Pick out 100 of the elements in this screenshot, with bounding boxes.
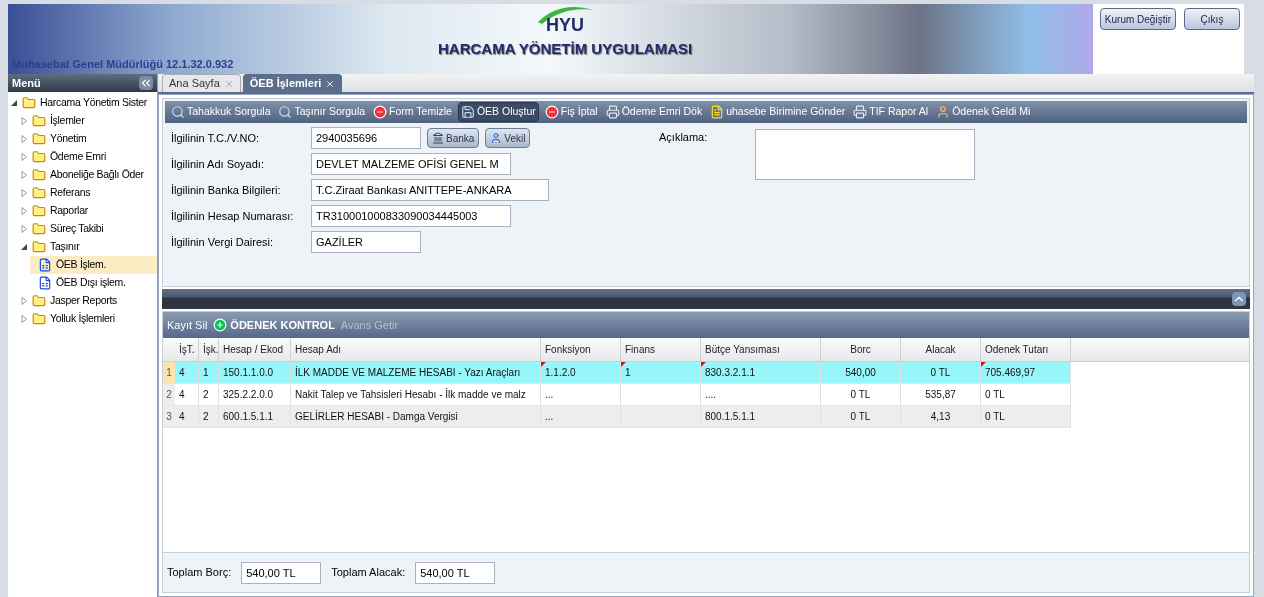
table-cell: 540,00 [821, 362, 901, 383]
tree-item[interactable]: Ödeme Emri [20, 148, 157, 166]
column-header[interactable]: Finans [621, 338, 701, 361]
logout-button[interactable]: Çıkış [1184, 8, 1240, 30]
toolbar-button[interactable]: Form Temizle [371, 102, 454, 122]
search-icon [171, 105, 185, 119]
toolbar-button[interactable]: ÖEB Oluştur [457, 102, 539, 122]
table-cell: 800.1.5.1.1 [701, 406, 821, 427]
table-cell: Nakit Talep ve Tahsisleri Hesabı - İlk madde ve malz [291, 384, 541, 405]
collapse-arrow-icon[interactable] [20, 243, 28, 251]
tree-item[interactable]: ÖEB Dışı işlem. [30, 274, 157, 292]
table-cell: GELİRLER HESABI - Damga Vergisi [291, 406, 541, 427]
tree-item[interactable]: Raporlar [20, 202, 157, 220]
column-header[interactable]: Alacak [901, 338, 981, 361]
expand-arrow-icon[interactable] [20, 153, 28, 161]
folder-icon [32, 204, 46, 218]
table-cell: 4 [175, 406, 199, 427]
tree-item[interactable]: ÖEB İşlem. [30, 256, 157, 274]
column-header[interactable]: Odenek Tutarı [981, 338, 1071, 361]
sidebar-header: Menü [8, 74, 157, 92]
text-field[interactable]: T.C.Ziraat Bankası ANITTEPE-ANKARA [311, 179, 549, 201]
field-label: Açıklama: [659, 130, 708, 145]
tree-item[interactable]: Harcama Yönetim Sister [10, 94, 157, 112]
table-cell: 1 [621, 362, 701, 383]
toolbar-button[interactable]: Taşınır Sorgula [276, 102, 368, 122]
field-label: İlgilinin Adı Soyadı: [171, 156, 265, 172]
collapse-arrow-icon[interactable] [10, 99, 18, 107]
table-cell: İLK MADDE VE MALZEME HESABI - Yazı Araçları [291, 362, 541, 383]
table-cell: 325.2.2.0.0 [219, 384, 291, 405]
bank-button[interactable]: Banka [427, 128, 480, 148]
total-field[interactable]: 540,00 TL [241, 561, 322, 584]
expand-arrow-icon[interactable] [20, 189, 28, 197]
tab[interactable]: Ana Sayfa [162, 74, 241, 92]
printer-icon [605, 105, 620, 119]
table-cell: 0 TL [821, 384, 901, 405]
table-cell: 600.1.5.1.1 [219, 406, 291, 427]
grid-toolbar-button[interactable]: Kayıt Sil [167, 316, 208, 334]
expand-arrow-icon[interactable] [20, 297, 28, 305]
toolbar-button[interactable]: TIF Rapor Al [851, 102, 931, 122]
folder-icon [32, 294, 46, 308]
text-field[interactable]: 2940035696 [311, 127, 421, 149]
proxy-button[interactable]: Vekil [485, 128, 531, 148]
folder-icon [32, 168, 46, 182]
minus-circle-icon [544, 105, 559, 119]
total-field[interactable]: 540,00 TL [415, 561, 496, 584]
expand-arrow-icon[interactable] [20, 315, 28, 323]
toolbar-button[interactable]: Fiş İptal [542, 102, 600, 122]
text-field[interactable]: DEVLET MALZEME OFİSİ GENEL M [311, 153, 511, 175]
text-field[interactable]: TR310001000833090034445003 [311, 205, 511, 227]
text-field[interactable]: GAZİLER [311, 231, 421, 253]
toolbar-button[interactable]: Ödenek Geldi Mi [934, 102, 1033, 122]
expand-arrow-icon[interactable] [20, 207, 28, 215]
description-field[interactable] [755, 129, 976, 180]
table-row[interactable]: 2 4 2 325.2.2.0.0 Nakit Talep ve Tahsisleri Hesabı - İlk madde ve malz ... .... 0 TL 535,87 0 TL [163, 384, 1071, 406]
table-cell: 2 [199, 406, 219, 427]
collapse-up-icon[interactable] [1232, 292, 1246, 306]
tree-item[interactable]: Yolluk İşlemleri [20, 310, 157, 328]
tree-item[interactable]: İşlemler [20, 112, 157, 130]
expand-arrow-icon[interactable] [20, 225, 28, 233]
table-cell: ... [541, 406, 621, 427]
table-row[interactable]: 3 4 2 600.1.5.1.1 GELİRLER HESABI - Damga Vergisi ... 800.1.5.1.1 0 TL 4,13 0 TL [163, 406, 1071, 428]
tree-item[interactable]: Jasper Reports [20, 292, 157, 310]
column-header[interactable]: Hesap Adı [291, 338, 541, 361]
grid-toolbar-button[interactable]: ÖDENEK KONTROL [213, 316, 335, 334]
list-icon [38, 276, 52, 290]
column-header[interactable]: İşT. [175, 338, 199, 361]
table-cell: 830.3.2.1.1 [701, 362, 821, 383]
column-header[interactable]: Borc [821, 338, 901, 361]
column-header[interactable]: Hesap / Ekod [219, 338, 291, 361]
table-row[interactable]: 1 4 1 150.1.1.0.0 İLK MADDE VE MALZEME HESABI - Yazı Araçları 1.1.2.0 1 830.3.2.1.1 540,00 0 TL 705.469,97 [163, 362, 1071, 384]
folder-icon [32, 240, 46, 254]
toolbar-button[interactable]: Ödeme Emri Dök [603, 102, 705, 122]
column-header[interactable]: Bütçe Yansıması [701, 338, 821, 361]
expand-arrow-icon[interactable] [20, 135, 28, 143]
change-institution-button[interactable]: Kurum Değiştir [1099, 8, 1176, 30]
column-header[interactable]: Fonksiyon [541, 338, 621, 361]
field-label: İlgilinin T.C./V.NO: [171, 130, 261, 146]
toolbar-button[interactable]: Tahakkuk Sorgula [169, 102, 273, 122]
close-icon[interactable] [325, 78, 336, 89]
field-label: İlgilinin Vergi Dairesi: [171, 234, 275, 250]
table-cell: 0 TL [981, 384, 1071, 405]
tab[interactable]: ÖEB İşlemleri [242, 74, 343, 92]
table-cell: ... [541, 384, 621, 405]
expand-arrow-icon[interactable] [20, 171, 28, 179]
tree-item[interactable]: Süreç Takibi [20, 220, 157, 238]
tree-item[interactable]: Yönetim [20, 130, 157, 148]
expand-arrow-icon[interactable] [20, 117, 28, 125]
close-icon[interactable] [223, 78, 234, 89]
table-cell: 4 [175, 362, 199, 383]
app-title: HARCAMA YÖNETİM UYGULAMASI [438, 39, 693, 59]
column-header[interactable]: İşk. [199, 338, 219, 361]
folder-icon [32, 186, 46, 200]
field-label: İlgilinin Hesap Numarası: [171, 208, 295, 224]
tree-item[interactable]: Taşınır [20, 238, 157, 256]
table-cell: 2 [199, 384, 219, 405]
tree-item[interactable]: Referans [20, 184, 157, 202]
toolbar-button[interactable]: uhasebe Birimine Gönder [708, 102, 848, 122]
tree-item[interactable]: Aboneliğe Bağlı Öder [20, 166, 157, 184]
table-cell: 4,13 [901, 406, 981, 427]
collapse-icon[interactable] [139, 76, 153, 90]
